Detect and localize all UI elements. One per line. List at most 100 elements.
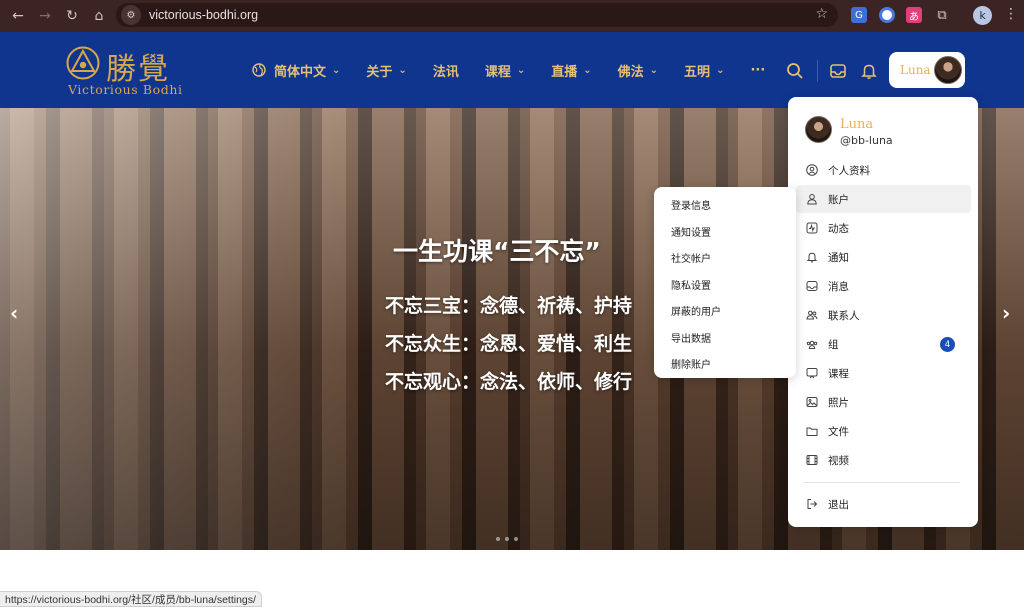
forward-icon[interactable]: →: [36, 7, 54, 25]
menu-item-profile[interactable]: 个人资料: [796, 156, 971, 184]
reload-icon[interactable]: ↻: [63, 7, 81, 25]
extension-pink-icon[interactable]: あ: [906, 7, 922, 23]
menu-item-courses[interactable]: 课程: [796, 359, 971, 387]
link-status-bar: https://victorious-bodhi.org/社区/成员/bb-lu…: [0, 591, 262, 607]
photo-icon: [806, 397, 818, 407]
menu-item-label: 文件: [828, 425, 849, 438]
video-icon: [806, 455, 818, 465]
groups-count-badge: 4: [940, 337, 955, 352]
nav-dharma-label: 佛法: [617, 64, 644, 80]
menu-item-activity[interactable]: 动态: [796, 214, 971, 242]
hero-line: 不忘三宝：念德、祈祷、护持: [385, 295, 633, 317]
logout-button[interactable]: 退出: [796, 490, 971, 518]
home-icon[interactable]: ⌂: [90, 7, 108, 25]
menu-divider: [804, 482, 960, 483]
dropdown-user-name[interactable]: Luna: [840, 117, 873, 132]
submenu-login-info[interactable]: 登录信息: [671, 197, 711, 212]
nav-courses-label: 课程: [484, 64, 511, 80]
menu-item-label: 课程: [828, 367, 849, 380]
site-settings-icon[interactable]: ⚙: [121, 5, 141, 25]
menu-item-label: 照片: [828, 396, 849, 409]
url-text[interactable]: victorious-bodhi.org: [149, 8, 258, 22]
menu-item-label: 通知: [828, 251, 849, 264]
menu-item-label: 动态: [828, 222, 849, 235]
avatar: [934, 56, 962, 84]
nav-more[interactable]: ···: [750, 63, 765, 78]
submenu-privacy-settings[interactable]: 隐私设置: [671, 277, 711, 292]
menu-item-label: 账户: [828, 193, 849, 206]
chevron-down-icon: ⌄: [583, 64, 592, 76]
submenu-notification-settings[interactable]: 通知设置: [671, 224, 711, 239]
slider-dot[interactable]: [496, 537, 500, 541]
submenu-export-data[interactable]: 导出数据: [671, 330, 711, 345]
bell-icon[interactable]: [860, 62, 878, 80]
avatar[interactable]: [805, 116, 832, 143]
menu-item-contacts[interactable]: 联系人: [796, 301, 971, 329]
menu-item-label: 消息: [828, 280, 849, 293]
slider-dot[interactable]: [514, 537, 518, 541]
nav-five-sciences[interactable]: 五明 ⌄: [684, 61, 724, 80]
menu-item-label: 个人资料: [828, 164, 870, 177]
menu-item-account[interactable]: 账户: [796, 185, 971, 213]
address-bar[interactable]: ⚙ victorious-bodhi.org ☆: [116, 3, 838, 27]
logout-label: 退出: [828, 498, 849, 511]
menu-item-files[interactable]: 文件: [796, 417, 971, 445]
browser-toolbar: ← → ↻ ⌂ ⚙ victorious-bodhi.org ☆ G あ ⧉ k…: [0, 0, 1024, 32]
translate-extension-icon[interactable]: G: [851, 7, 867, 23]
menu-item-notifications[interactable]: 通知: [796, 243, 971, 271]
slider-dots: [496, 537, 523, 541]
nav-more-label: ···: [750, 62, 766, 78]
user-name: Luna: [900, 63, 931, 77]
user-menu-button[interactable]: Luna: [889, 52, 965, 88]
inbox-icon[interactable]: [829, 62, 847, 80]
chevron-down-icon: ⌄: [716, 64, 725, 76]
nav-about[interactable]: 关于 ⌄: [366, 61, 406, 80]
bookmark-star-icon[interactable]: ☆: [815, 6, 828, 22]
menu-item-messages[interactable]: 消息: [796, 272, 971, 300]
nav-language-label: 简体中文: [274, 64, 327, 80]
nav-dharma[interactable]: 佛法 ⌄: [618, 61, 658, 80]
menu-item-photos[interactable]: 照片: [796, 388, 971, 416]
header-divider: [817, 60, 818, 82]
extension-circle-icon[interactable]: [879, 7, 895, 23]
menu-item-label: 视频: [828, 454, 849, 467]
profile-avatar[interactable]: k: [973, 6, 992, 25]
slider-dot[interactable]: [505, 537, 509, 541]
main-nav: 简体中文 ⌄ 关于 ⌄ 法讯 课程 ⌄ 直播 ⌄ 佛法 ⌄ 五明 ⌄ ···: [252, 60, 791, 80]
bell-icon: [806, 252, 818, 263]
nav-about-label: 关于: [366, 64, 393, 80]
menu-item-label: 组: [828, 338, 839, 351]
search-icon[interactable]: [786, 62, 804, 80]
submenu-blocked-users[interactable]: 屏蔽的用户: [671, 303, 721, 318]
account-submenu: 登录信息 通知设置 社交帐户 隐私设置 屏蔽的用户 导出数据 删除账户: [654, 187, 796, 378]
contacts-icon: [806, 310, 818, 320]
chevron-down-icon: ⌄: [332, 64, 341, 76]
inbox-icon: [806, 281, 818, 291]
group-icon: [806, 340, 818, 349]
nav-news[interactable]: 法讯: [433, 61, 459, 80]
browser-menu-icon[interactable]: ⋮: [1004, 6, 1018, 22]
nav-live[interactable]: 直播 ⌄: [551, 61, 591, 80]
submenu-social-accounts[interactable]: 社交帐户: [671, 250, 711, 265]
site-logo[interactable]: 勝覺 Victorious Bodhi: [66, 44, 186, 100]
nav-language[interactable]: 简体中文 ⌄: [252, 61, 340, 80]
slider-next-icon[interactable]: ›: [1002, 301, 1010, 325]
chevron-down-icon: ⌄: [398, 64, 407, 76]
submenu-delete-account[interactable]: 删除账户: [671, 356, 711, 371]
back-icon[interactable]: ←: [9, 7, 27, 25]
hero-title: 一生功课“三不忘”: [393, 237, 601, 266]
course-icon: [806, 368, 818, 379]
slider-prev-icon[interactable]: ‹: [10, 301, 18, 325]
menu-item-label: 联系人: [828, 309, 860, 322]
extensions-puzzle-icon[interactable]: ⧉: [934, 7, 950, 23]
hero-line: 不忘观心：念法、依师、修行: [385, 371, 633, 393]
user-circle-icon: [806, 164, 818, 176]
dropdown-user-handle: @bb-luna: [840, 134, 893, 147]
menu-item-groups[interactable]: 组 4: [796, 330, 971, 358]
activity-icon: [806, 222, 818, 234]
logo-english-text: Victorious Bodhi: [68, 82, 183, 97]
user-dropdown: Luna @bb-luna 个人资料 账户 动态 通知 消息 联系人 组 4 课…: [788, 97, 978, 527]
menu-item-videos[interactable]: 视频: [796, 446, 971, 474]
nav-courses[interactable]: 课程 ⌄: [485, 61, 525, 80]
nav-live-label: 直播: [551, 64, 578, 80]
